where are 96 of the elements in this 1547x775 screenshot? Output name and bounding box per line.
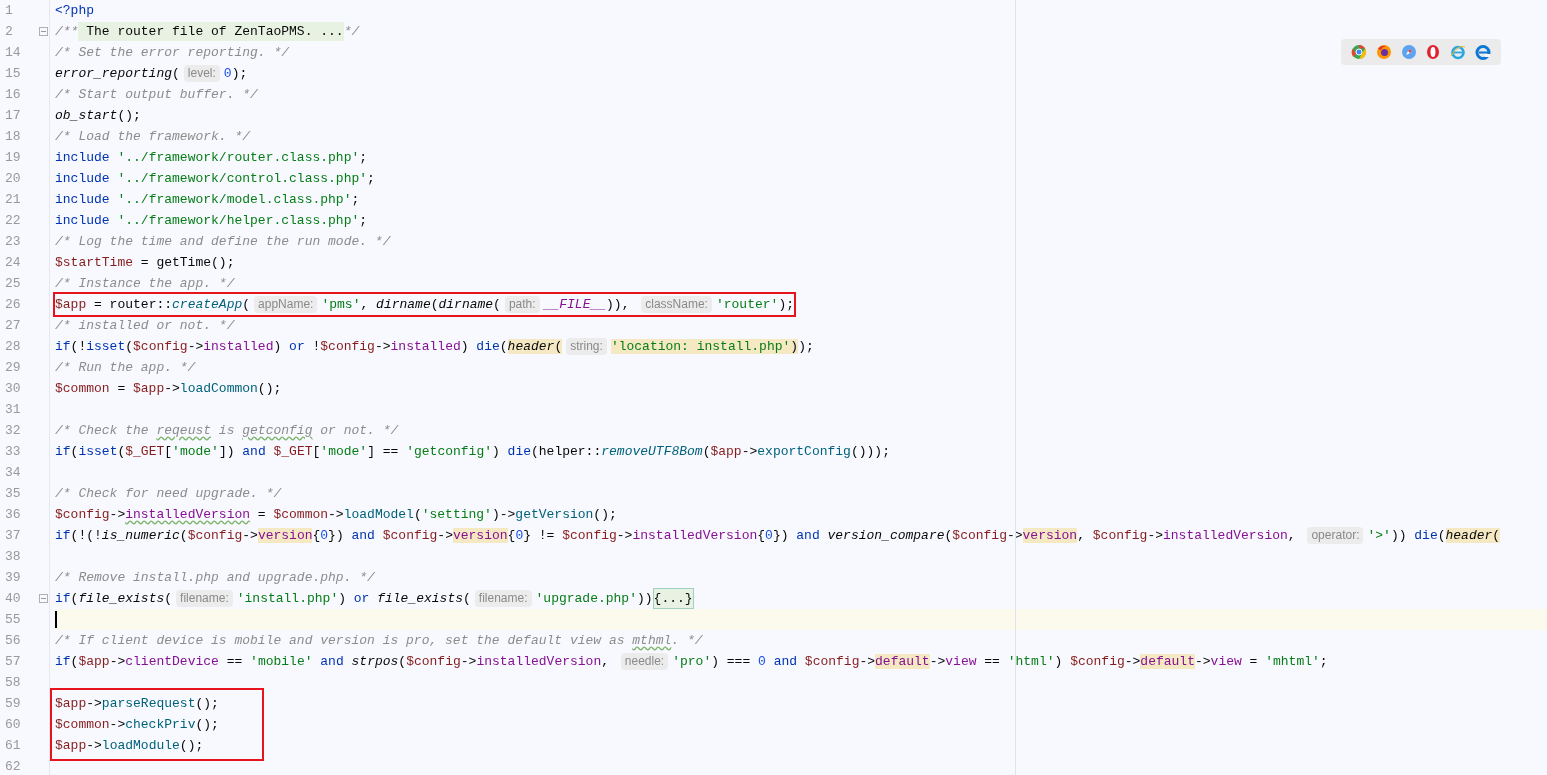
code-text: 'upgrade.php')) [535,589,653,608]
line-number: 23 [5,232,21,251]
line-number: 60 [5,715,21,734]
browser-icon[interactable] [1376,44,1392,60]
code-text: if(!(!is_numeric($config->version{0}) and $config->version{0} != $config->installedVersion{0}) and version_compare($config->version, $config->installedVersion, [55,526,1297,545]
folded-block[interactable]: {...} [652,587,694,610]
code-text: /* If client device is mobile and version is pro, set the default view as mthml. */ [55,631,703,650]
line-number: 30 [5,379,21,398]
line-number: 24 [5,253,21,272]
line-number: 56 [5,631,21,650]
line-number: 35 [5,484,21,503]
line-number: 28 [5,337,21,356]
line-number: 22 [5,211,21,230]
line-number: 1 [5,1,13,20]
code-text: $app->loadModule(); [55,736,204,755]
code-text: error_reporting( [55,64,180,83]
code-text: if(file_exists( [55,589,173,608]
code-text: 'router'); [715,295,794,314]
code-text: /* Log the time and define the run mode. */ [55,232,391,251]
code-text: include '../framework/control.class.php'; [55,169,375,188]
line-number: 34 [5,463,21,482]
code-text: 'install.php') or file_exists( [236,589,471,608]
line-number: 20 [5,169,21,188]
parameter-hint: string: [566,338,607,355]
code-text: */ [343,22,360,41]
line-number: 17 [5,106,21,125]
code-text: /* installed or not. */ [55,316,235,335]
fold-icon[interactable] [39,594,48,603]
line-number: 31 [5,400,21,419]
line-number: 62 [5,757,21,775]
code-text: ob_start(); [55,106,141,125]
parameter-hint: operator: [1307,527,1364,544]
code-text: 'location: install.php')); [610,337,814,356]
line-number: 29 [5,358,21,377]
code-text: /* Set the error reporting. */ [55,43,290,62]
line-number: 16 [5,85,21,104]
browser-icon[interactable] [1474,44,1491,60]
code-text: if(isset($_GET['mode']) and $_GET['mode'] == 'getconfig') die(helper::removeUTF8Bom($app->exportConfig())); [55,442,890,461]
line-number: 32 [5,421,21,440]
parameter-hint: needle: [620,653,669,670]
parameter-hint: appName: [254,296,318,313]
line-number: 57 [5,652,21,671]
compass-icon[interactable] [1400,44,1417,60]
code-text: 'pro') === 0 and $config->default->view == 'html') $config->default->view = 'mhtml'; [672,652,1328,671]
code-text: __FILE__)), [543,295,631,314]
line-number: 33 [5,442,21,461]
code-text: <?php [55,1,94,20]
line-number: 18 [5,127,21,146]
code-text: if(!isset($config->installed) or !$config->installed) die(header( [55,337,563,356]
code-text: 0); [223,64,248,83]
code-text: /* Load the framework. */ [55,127,251,146]
line-number: 55 [5,610,21,629]
code-text: include '../framework/model.class.php'; [55,190,360,209]
code-text: $common->checkPriv(); [55,715,219,734]
code-text: include '../framework/helper.class.php'; [55,211,368,230]
code-text: 'pms', dirname(dirname( [321,295,501,314]
line-number: 15 [5,64,21,83]
line-number: 61 [5,736,21,755]
code-text: $app->parseRequest(); [55,694,219,713]
browser-icon[interactable] [1425,44,1442,60]
code-text: $common = $app->loadCommon(); [55,379,282,398]
parameter-hint: filename: [176,590,233,607]
code-text: /* Instance the app. */ [55,274,235,293]
line-number: 21 [5,190,21,209]
line-number: 19 [5,148,21,167]
line-number: 2 [5,22,13,41]
line-number: 39 [5,568,21,587]
code-text: /* Remove install.php and upgrade.php. */ [55,568,375,587]
line-number: 37 [5,526,21,545]
parameter-hint: filename: [474,590,532,607]
line-number: 59 [5,694,21,713]
line-number: 26 [5,295,21,314]
line-number: 58 [5,673,21,692]
code-text: /* Start output buffer. */ [55,85,258,104]
code-text: $startTime = getTime(); [55,253,235,272]
fold-icon[interactable] [39,27,48,36]
parameter-hint: level: [183,65,220,82]
line-number: 25 [5,274,21,293]
code-text: $config->installedVersion = $common->loadModel('setting')->getVersion(); [55,505,617,524]
parameter-hint: className: [641,296,712,313]
folded-text[interactable]: The router file of ZenTaoPMS. ... [78,21,344,42]
code-text: /* Check for need upgrade. */ [55,484,282,503]
code-text: /* Check the reqeust is getconfig or not. */ [55,421,399,440]
line-number: 36 [5,505,21,524]
line-number: 38 [5,547,21,566]
code-text: /** [55,22,79,41]
parameter-hint: path: [504,296,540,313]
code-text: /* Run the app. */ [55,358,196,377]
line-number: 40 [5,589,21,608]
code-text: '>')) die(header( [1367,526,1501,545]
code-text: $app = router::createApp( [55,295,251,314]
code-text: include '../framework/router.class.php'; [55,148,368,167]
line-number: 14 [5,43,21,62]
code-text: if($app->clientDevice == 'mobile' and strpos($config->installedVersion, [55,652,610,671]
line-number: 27 [5,316,21,335]
browser-icon[interactable] [1351,44,1368,60]
